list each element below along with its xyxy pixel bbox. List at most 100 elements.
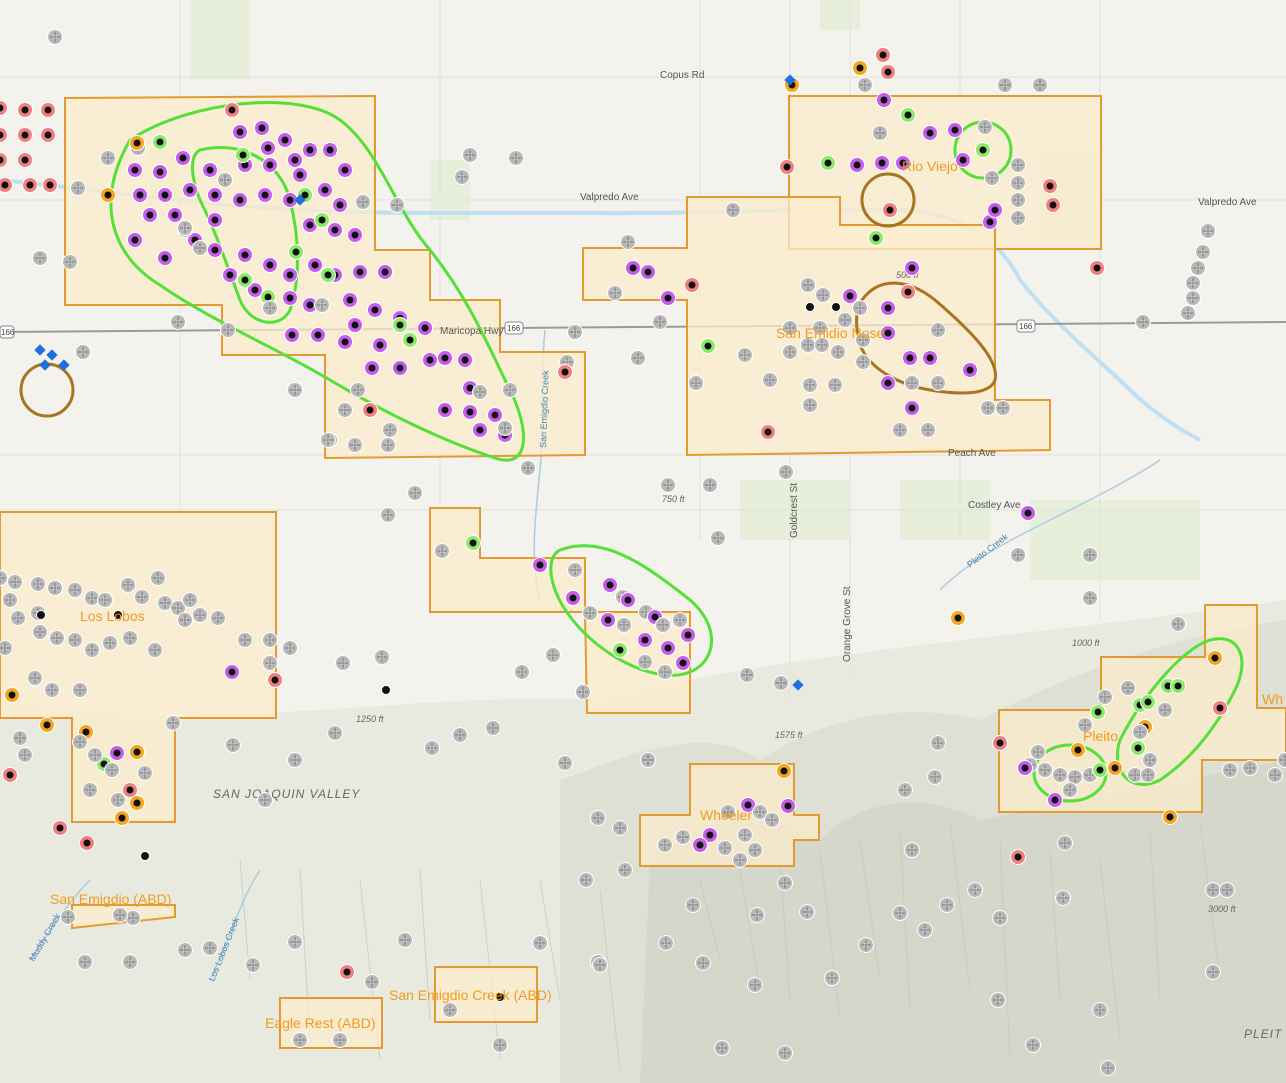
well-marker[interactable]: [1107, 760, 1123, 776]
well-marker[interactable]: [1212, 700, 1228, 716]
well-marker[interactable]: [779, 159, 795, 175]
well-marker[interactable]: [182, 182, 198, 198]
well-marker[interactable]: [1219, 882, 1235, 898]
well-marker[interactable]: [150, 570, 166, 586]
well-marker[interactable]: [132, 187, 148, 203]
well-marker[interactable]: [27, 670, 43, 686]
well-marker[interactable]: [100, 150, 116, 166]
well-marker[interactable]: [1090, 704, 1106, 720]
well-marker[interactable]: [380, 507, 396, 523]
well-marker[interactable]: [1142, 752, 1158, 768]
well-marker[interactable]: [122, 630, 138, 646]
well-marker[interactable]: [1162, 809, 1178, 825]
well-marker[interactable]: [776, 763, 792, 779]
well-marker[interactable]: [327, 725, 343, 741]
well-marker[interactable]: [437, 350, 453, 366]
well-marker[interactable]: [876, 92, 892, 108]
well-marker[interactable]: [17, 102, 33, 118]
well-marker[interactable]: [514, 664, 530, 680]
well-marker[interactable]: [320, 267, 336, 283]
well-marker[interactable]: [287, 934, 303, 950]
well-marker[interactable]: [1207, 650, 1223, 666]
well-marker[interactable]: [612, 820, 628, 836]
well-marker[interactable]: [637, 632, 653, 648]
well-marker[interactable]: [17, 152, 33, 168]
well-marker[interactable]: [660, 290, 676, 306]
well-marker[interactable]: [380, 437, 396, 453]
well-marker[interactable]: [367, 302, 383, 318]
well-marker[interactable]: [67, 582, 83, 598]
well-marker[interactable]: [1017, 760, 1033, 776]
well-marker[interactable]: [17, 747, 33, 763]
well-marker[interactable]: [802, 397, 818, 413]
well-marker[interactable]: [1132, 724, 1148, 740]
well-marker[interactable]: [922, 125, 938, 141]
rio-viejo-label[interactable]: Rio Viejo: [902, 158, 958, 174]
well-marker[interactable]: [1089, 260, 1105, 276]
well-marker[interactable]: [288, 244, 304, 260]
well-marker[interactable]: [262, 632, 278, 648]
well-marker[interactable]: [0, 640, 13, 656]
san-emidio-nose-label[interactable]: San Emidio Nose: [776, 325, 884, 341]
well-marker[interactable]: [630, 350, 646, 366]
well-marker[interactable]: [773, 675, 789, 691]
well-marker[interactable]: [47, 580, 63, 596]
well-marker[interactable]: [257, 792, 273, 808]
well-marker[interactable]: [134, 589, 150, 605]
well-marker[interactable]: [857, 77, 873, 93]
well-marker[interactable]: [342, 292, 358, 308]
well-marker[interactable]: [262, 300, 278, 316]
well-marker[interactable]: [84, 642, 100, 658]
well-marker[interactable]: [1135, 314, 1151, 330]
well-marker[interactable]: [1010, 157, 1026, 173]
well-marker[interactable]: [327, 222, 343, 238]
well-marker[interactable]: [472, 422, 488, 438]
well-marker[interactable]: [1140, 694, 1156, 710]
well-marker[interactable]: [192, 607, 208, 623]
well-marker[interactable]: [434, 543, 450, 559]
well-marker[interactable]: [1170, 678, 1186, 694]
well-marker[interactable]: [232, 192, 248, 208]
well-marker[interactable]: [675, 655, 691, 671]
well-marker[interactable]: [237, 632, 253, 648]
well-marker[interactable]: [732, 852, 748, 868]
well-marker[interactable]: [590, 810, 606, 826]
well-marker[interactable]: [30, 576, 46, 592]
well-marker[interactable]: [657, 664, 673, 680]
well-marker[interactable]: [392, 317, 408, 333]
well-marker[interactable]: [764, 812, 780, 828]
well-marker[interactable]: [1222, 762, 1238, 778]
well-marker[interactable]: [62, 254, 78, 270]
well-marker[interactable]: [1020, 505, 1036, 521]
well-marker[interactable]: [760, 424, 776, 440]
well-marker[interactable]: [802, 377, 818, 393]
well-marker[interactable]: [32, 250, 48, 266]
well-marker[interactable]: [830, 344, 846, 360]
well-marker[interactable]: [222, 267, 238, 283]
well-marker[interactable]: [262, 157, 278, 173]
well-marker[interactable]: [777, 875, 793, 891]
well-marker[interactable]: [625, 260, 641, 276]
well-marker[interactable]: [267, 672, 283, 688]
well-marker[interactable]: [567, 324, 583, 340]
well-marker[interactable]: [260, 140, 276, 156]
well-marker[interactable]: [1010, 175, 1026, 191]
well-marker[interactable]: [685, 897, 701, 913]
well-marker[interactable]: [1010, 547, 1026, 563]
well-marker[interactable]: [100, 187, 116, 203]
well-marker[interactable]: [112, 907, 128, 923]
well-marker[interactable]: [339, 964, 355, 980]
well-marker[interactable]: [72, 682, 88, 698]
well-marker[interactable]: [282, 267, 298, 283]
well-marker[interactable]: [1052, 767, 1068, 783]
well-marker[interactable]: [347, 317, 363, 333]
well-marker[interactable]: [868, 230, 884, 246]
well-marker[interactable]: [137, 765, 153, 781]
well-marker[interactable]: [84, 590, 100, 606]
well-marker[interactable]: [2, 592, 18, 608]
well-marker[interactable]: [140, 851, 150, 861]
well-marker[interactable]: [392, 360, 408, 376]
well-marker[interactable]: [407, 485, 423, 501]
well-marker[interactable]: [462, 147, 478, 163]
san-emigdio-abd-label[interactable]: San Emigdio (ABD): [50, 891, 171, 907]
